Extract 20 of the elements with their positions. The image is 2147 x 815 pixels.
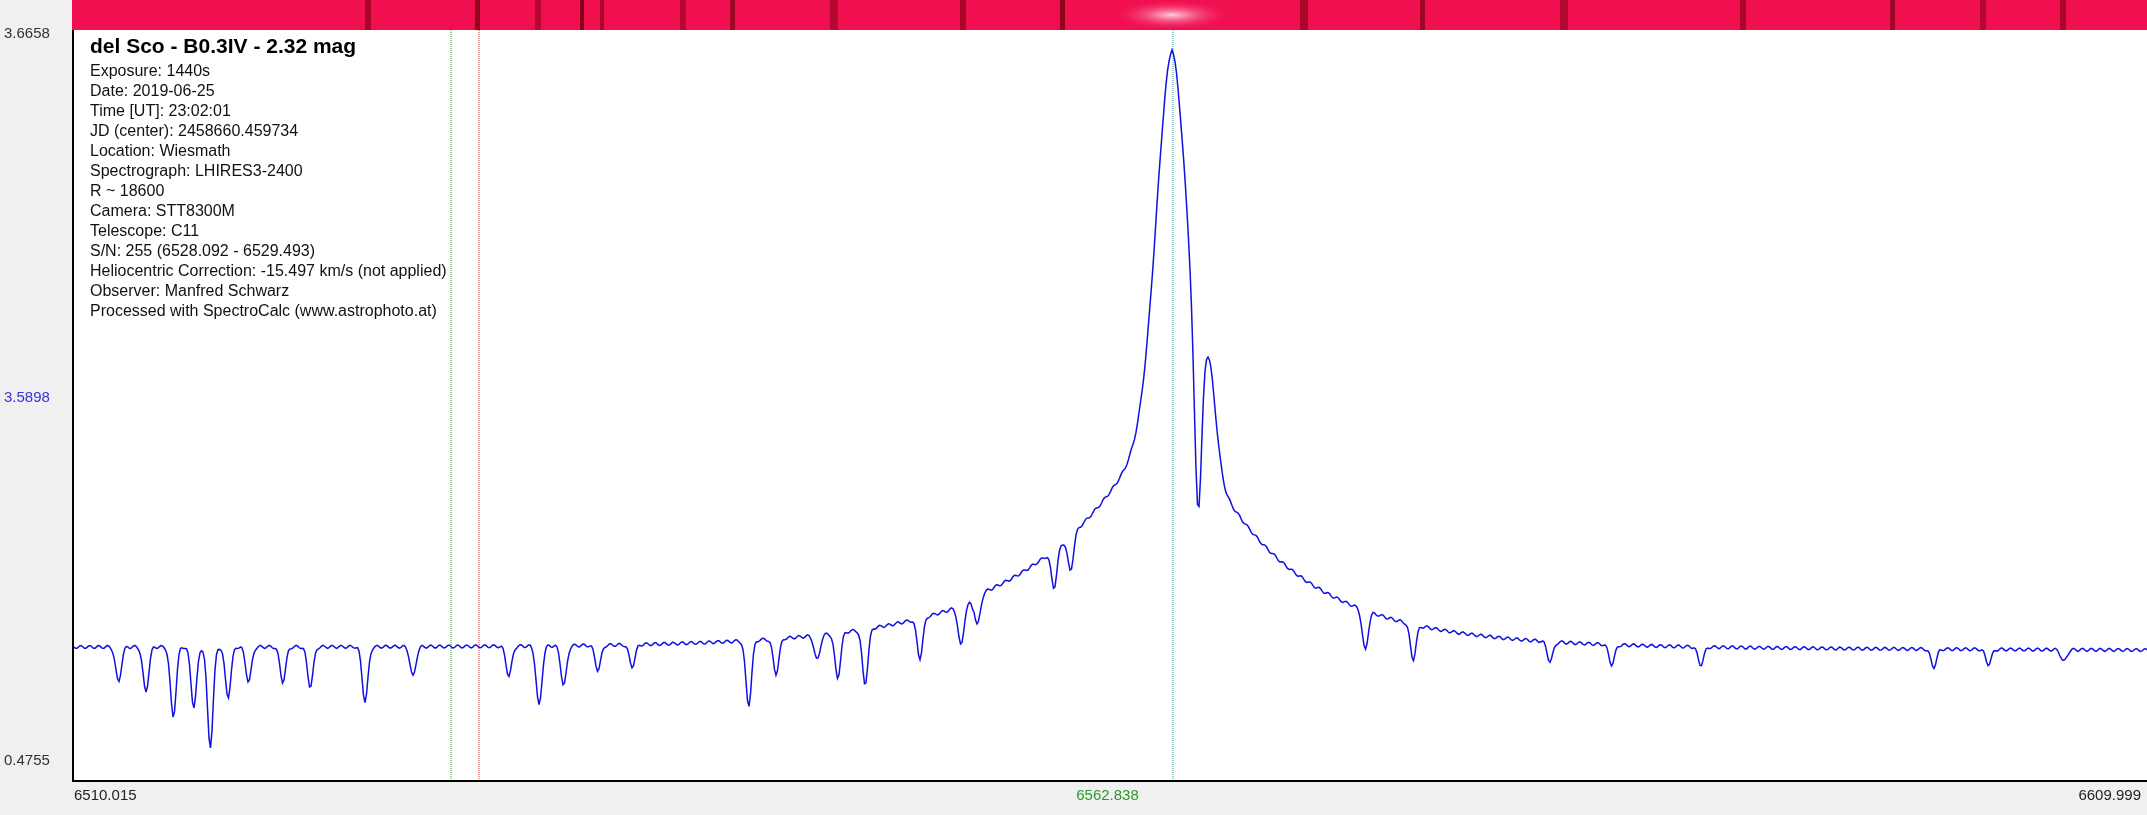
info-line: Telescope: C11 [90,222,201,240]
info-line: JD (center): 2458660.459734 [90,122,300,140]
info-line: Date: 2019-06-25 [90,82,216,100]
info-line: R ~ 18600 [90,182,166,200]
axis-tick-label: 6609.999 [2078,786,2141,805]
info-line: S/N: 255 (6528.092 - 6529.493) [90,242,317,260]
info-line: Time [UT]: 23:02:01 [90,102,232,120]
axis-tick-label: 6510.015 [74,786,137,805]
info-line: Heliocentric Correction: -15.497 km/s (not applied) [90,262,447,280]
info-line: Exposure: 1440s [90,62,212,80]
axis-tick-label: 0.4755 [4,751,51,768]
info-line: Location: Wiesmath [90,142,232,160]
star-title: del Sco - B0.3IV - 2.32 mag [90,34,358,58]
axis-tick-label: 6562.838 [1076,786,1139,805]
axis-tick-label: 3.5898 [4,387,51,405]
info-line: Processed with SpectroCalc (www.astrophoto.at) [90,302,438,320]
info-line: Observer: Manfred Schwarz [90,282,291,300]
axis-tick-label: 3.6658 [4,24,51,41]
info-line: Camera: STT8300M [90,202,236,220]
info-line: Spectrograph: LHIRES3-2400 [90,162,304,180]
